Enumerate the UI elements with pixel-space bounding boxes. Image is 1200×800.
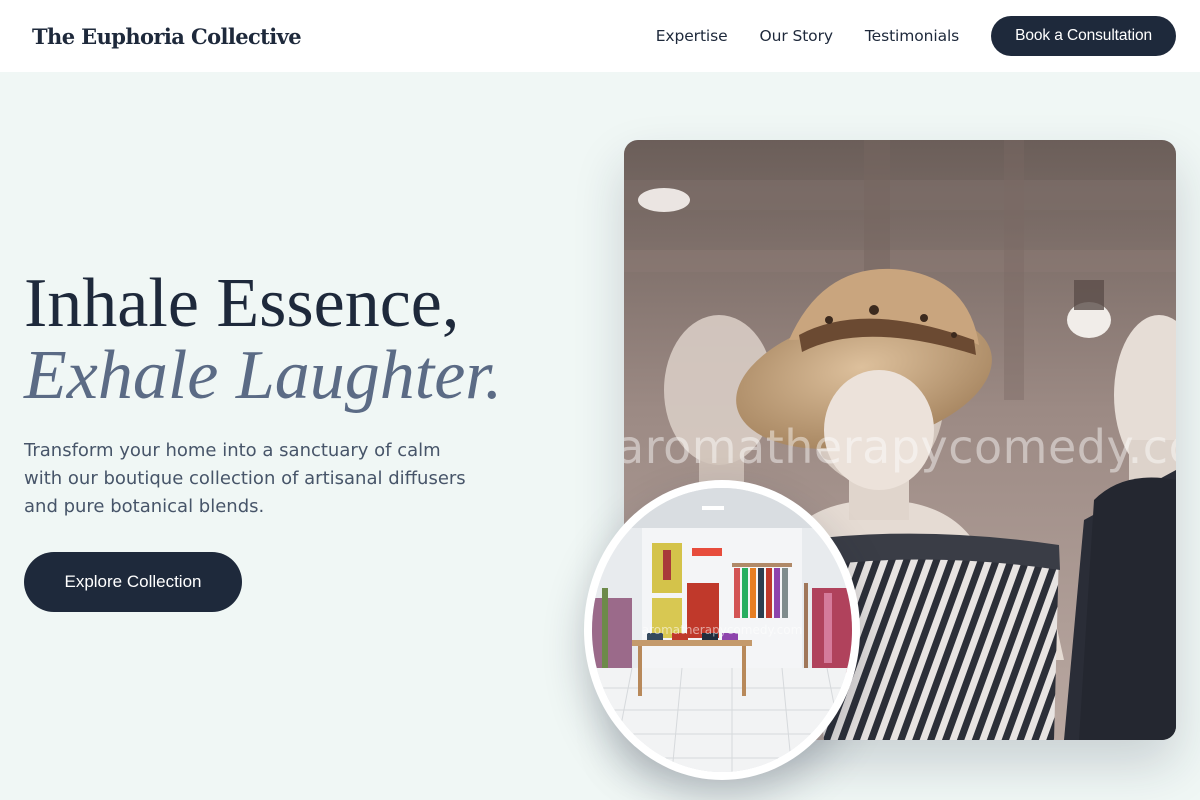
hero-title: Inhale Essence, Exhale Laughter. — [24, 268, 584, 412]
nav-link-our-story[interactable]: Our Story — [760, 27, 833, 45]
brand-logo-text[interactable]: The Euphoria Collective — [32, 24, 302, 49]
hero-subtitle: Transform your home into a sanctuary of … — [24, 440, 466, 517]
book-consultation-button[interactable]: Book a Consultation — [991, 16, 1176, 56]
hero-title-line-2: Exhale Laughter. — [24, 337, 503, 414]
nav-link-expertise[interactable]: Expertise — [656, 27, 728, 45]
hero-title-line-1: Inhale Essence, — [24, 265, 460, 342]
main-image-watermark: aromatherapycomedy.com — [624, 420, 1176, 474]
boutique-interior-inset-image: aromatherapycomedy.com — [584, 480, 860, 780]
inset-image-watermark: aromatherapycomedy.com — [641, 623, 803, 637]
top-navigation-bar: The Euphoria Collective Expertise Our St… — [0, 0, 1200, 72]
nav-link-testimonials[interactable]: Testimonials — [865, 27, 959, 45]
explore-collection-button[interactable]: Explore Collection — [24, 552, 242, 612]
main-nav: Expertise Our Story Testimonials Book a … — [656, 16, 1176, 56]
